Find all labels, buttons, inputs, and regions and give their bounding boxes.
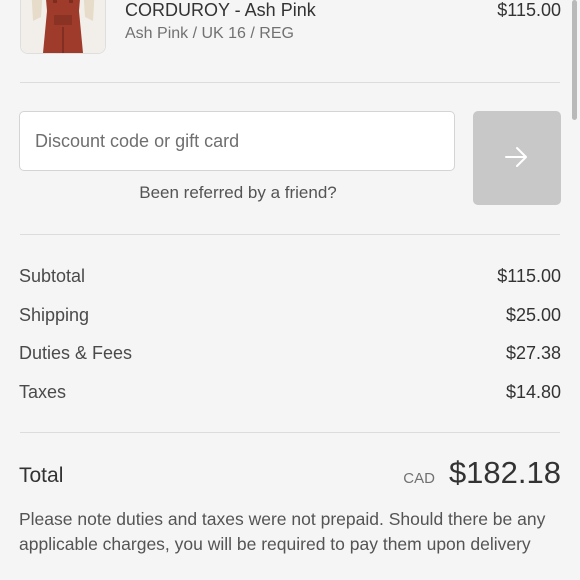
duties-fees-value: $27.38 <box>505 343 561 363</box>
shipping-label: Shipping <box>19 305 90 325</box>
discount-code-input[interactable] <box>19 111 455 171</box>
duties-fees-label: Duties & Fees <box>19 343 133 363</box>
referral-link[interactable]: Been referred by a friend? <box>0 182 476 204</box>
taxes-label: Taxes <box>19 382 67 402</box>
subtotal-value: $115.00 <box>497 266 561 286</box>
total-value: $182.18 <box>448 455 561 490</box>
duties-note: Please note duties and taxes were not pr… <box>19 509 546 554</box>
shipping-value: $25.00 <box>505 305 561 325</box>
product-price: $115.00 <box>497 0 561 20</box>
scrollbar[interactable] <box>572 0 577 120</box>
divider <box>20 432 560 433</box>
taxes-value: $14.80 <box>505 382 561 402</box>
divider <box>20 234 560 235</box>
total-amount: CAD $182.18 <box>403 455 561 491</box>
subtotal-label: Subtotal <box>19 266 86 286</box>
apply-discount-button[interactable] <box>473 111 561 205</box>
currency-code: CAD <box>403 470 435 487</box>
arrow-right-icon <box>504 146 530 171</box>
product-name: CORDUROY - Ash Pink <box>125 0 316 20</box>
divider <box>20 82 560 83</box>
total-label: Total <box>19 464 64 487</box>
product-thumbnail <box>20 0 106 54</box>
product-variant: Ash Pink / UK 16 / REG <box>125 25 294 42</box>
